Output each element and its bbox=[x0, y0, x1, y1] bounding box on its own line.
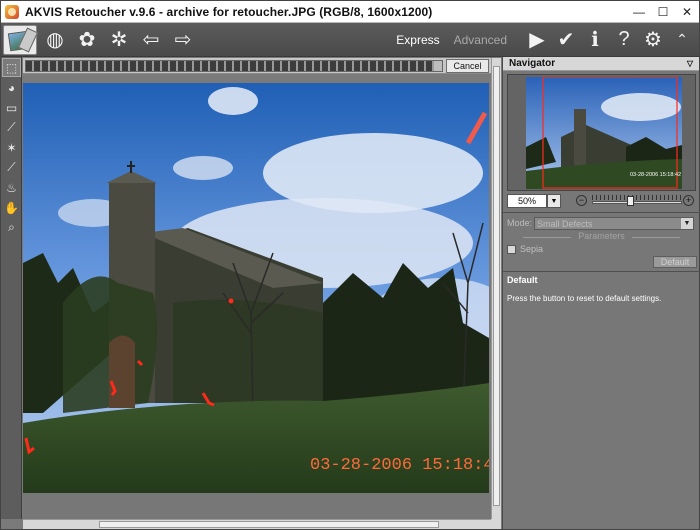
navigator-header[interactable]: Navigator ▽ bbox=[503, 57, 699, 71]
settings-gear-icon[interactable]: ⚙ bbox=[640, 27, 666, 53]
zoom-controls: 50% ▼ − + bbox=[507, 194, 696, 208]
zoom-slider[interactable] bbox=[592, 195, 682, 206]
minimize-button[interactable]: — bbox=[627, 1, 651, 23]
express-mode-button[interactable]: Express bbox=[396, 33, 439, 47]
vertical-scrollbar[interactable] bbox=[491, 58, 501, 520]
help-icon[interactable]: ? bbox=[611, 27, 637, 53]
default-button[interactable]: Default bbox=[653, 256, 697, 268]
zoom-in-button[interactable]: + bbox=[683, 195, 694, 206]
chevron-down-icon[interactable]: ▼ bbox=[681, 218, 693, 229]
parameters-heading: Parameters bbox=[507, 231, 696, 243]
tools-panel: ⬚ ◕ ▭ ⟋ ✶ ⟋ ♨ ✋ ⌕ bbox=[1, 57, 22, 519]
paint-palette-icon[interactable]: ✿ bbox=[73, 26, 101, 54]
zoom-input[interactable]: 50% bbox=[507, 194, 547, 208]
app-window: AKVIS Retoucher v.9.6 - archive for reto… bbox=[0, 0, 700, 530]
mode-select-value: Small Defects bbox=[537, 218, 593, 229]
help-title: Default bbox=[507, 275, 538, 285]
image-canvas[interactable]: 03-28-2006 15:18:42 bbox=[23, 83, 489, 493]
window-title: AKVIS Retoucher v.9.6 - archive for reto… bbox=[25, 4, 433, 19]
ruler-tool-icon[interactable]: ⟋ bbox=[2, 118, 21, 137]
help-text: Press the button to reset to default set… bbox=[507, 294, 662, 303]
navigator-title: Navigator bbox=[509, 58, 556, 69]
progress-row: Cancel bbox=[23, 58, 491, 74]
progress-fill bbox=[26, 61, 434, 71]
stamp-tool-icon[interactable]: ♨ bbox=[2, 178, 21, 197]
divider bbox=[503, 212, 700, 213]
navigator-preview[interactable]: 03-28-2006 15:18:42 bbox=[507, 74, 696, 191]
gears-icon[interactable]: ✲ bbox=[105, 26, 133, 54]
horizontal-scroll-thumb[interactable] bbox=[99, 521, 439, 528]
navigator-thumbnail[interactable]: 03-28-2006 15:18:42 bbox=[526, 77, 682, 189]
dropper-tool-icon[interactable]: ⟋ bbox=[2, 158, 21, 177]
sepia-row[interactable]: Sepia bbox=[507, 243, 696, 255]
settings-panel: Navigator ▽ 03-28-2006 15:18:42 50% ▼ − … bbox=[502, 57, 700, 529]
cancel-button[interactable]: Cancel bbox=[446, 59, 489, 73]
photo-datestamp: 03-28-2006 15:18:42 bbox=[310, 456, 489, 475]
zoom-slider-knob[interactable] bbox=[626, 196, 634, 206]
chevron-up-icon[interactable]: ⌃ bbox=[669, 27, 695, 53]
main-toolbar: ◍ ✿ ✲ ⇦ ⇨ Express Advanced ▶ ✔ ℹ ? ⚙ ⌃ bbox=[1, 23, 699, 57]
zoom-out-button[interactable]: − bbox=[576, 195, 587, 206]
globe-icon[interactable]: ◍ bbox=[41, 26, 69, 54]
retoucher-logo-icon bbox=[3, 24, 37, 55]
apply-checkmark-icon[interactable]: ✔ bbox=[553, 27, 579, 53]
advanced-mode-button[interactable]: Advanced bbox=[454, 33, 507, 47]
mode-label: Mode: bbox=[507, 218, 533, 228]
play-run-icon[interactable]: ▶ bbox=[524, 27, 550, 53]
undo-arrow-icon[interactable]: ⇦ bbox=[137, 26, 165, 54]
canvas-margin bbox=[23, 493, 491, 519]
sepia-checkbox[interactable] bbox=[507, 244, 516, 254]
sepia-label: Sepia bbox=[520, 244, 544, 254]
close-button[interactable]: ✕ bbox=[675, 1, 699, 23]
app-logo-icon bbox=[5, 4, 19, 19]
horizontal-scrollbar[interactable] bbox=[23, 519, 491, 529]
maximize-button[interactable]: ☐ bbox=[651, 1, 675, 23]
mask-tool-icon[interactable]: ◕ bbox=[2, 78, 21, 97]
mode-select[interactable]: Small Defects ▼ bbox=[534, 217, 694, 230]
selection-tool-icon[interactable]: ⬚ bbox=[2, 58, 21, 77]
mode-row: Mode: Small Defects ▼ bbox=[507, 217, 696, 231]
thumb-datestamp: 03-28-2006 15:18:42 bbox=[630, 172, 681, 178]
zoom-tool-icon[interactable]: ⌕ bbox=[2, 218, 21, 237]
divider bbox=[503, 271, 700, 272]
eraser-tool-icon[interactable]: ▭ bbox=[2, 98, 21, 117]
church-photo: 03-28-2006 15:18:42 bbox=[23, 83, 489, 493]
magic-tool-icon[interactable]: ✶ bbox=[2, 138, 21, 157]
zoom-dropdown-button[interactable]: ▼ bbox=[547, 194, 561, 208]
hand-tool-icon[interactable]: ✋ bbox=[2, 198, 21, 217]
title-bar[interactable]: AKVIS Retoucher v.9.6 - archive for reto… bbox=[1, 1, 699, 23]
vertical-scroll-thumb[interactable] bbox=[493, 66, 500, 506]
info-icon[interactable]: ℹ bbox=[582, 27, 608, 53]
resize-grip[interactable] bbox=[491, 519, 501, 529]
redo-arrow-icon[interactable]: ⇨ bbox=[169, 26, 197, 54]
window-controls: — ☐ ✕ bbox=[627, 1, 699, 23]
chevron-down-icon[interactable]: ▽ bbox=[687, 59, 693, 68]
navigator-thumbnail-image: 03-28-2006 15:18:42 bbox=[526, 77, 682, 189]
processing-progress-bar bbox=[25, 60, 443, 72]
